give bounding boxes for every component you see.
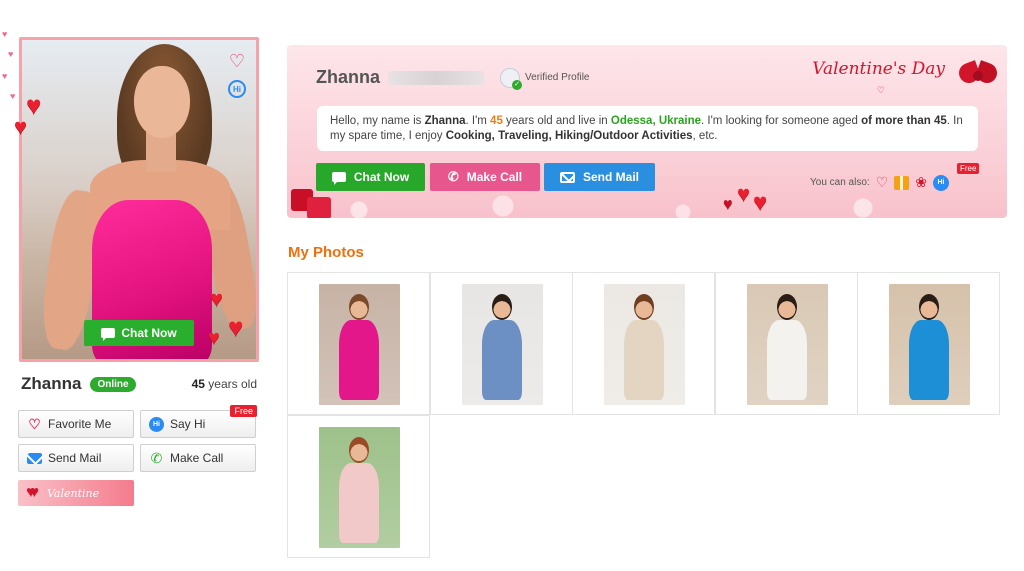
heart-icon: ♥ bbox=[723, 196, 733, 213]
profile-action-buttons: ♡ Favorite Me Hi Say Hi Free Send Mail ✆… bbox=[18, 405, 257, 472]
profile-age: 45 years old bbox=[192, 377, 257, 391]
intro-location: Odessa, Ukraine bbox=[610, 115, 702, 127]
my-photos-heading: My Photos bbox=[288, 244, 364, 261]
intro-text: . I'm bbox=[465, 115, 491, 127]
mail-icon bbox=[27, 452, 42, 464]
heart-plus-icon: ♡ bbox=[28, 415, 41, 432]
say-hi-button[interactable]: Hi Say Hi Free bbox=[140, 405, 257, 438]
heart-icon: ♥ bbox=[737, 181, 751, 206]
photo-thumbnail-cell[interactable] bbox=[429, 272, 573, 415]
heart-icon: ♥ bbox=[8, 49, 14, 59]
intro-seeking-age: of more than 45 bbox=[861, 115, 947, 127]
intro-hobbies: Cooking, Traveling, Hiking/Outdoor Activ… bbox=[445, 130, 693, 142]
photo-thumbnail-cell[interactable] bbox=[714, 272, 858, 415]
photo-chat-now-label: Chat Now bbox=[121, 326, 177, 340]
rose-icon[interactable]: ❀ bbox=[915, 174, 927, 191]
valentine-gift-button[interactable]: ♥♥ Valentine bbox=[18, 480, 134, 506]
heart-icon: ♥ bbox=[10, 91, 16, 101]
heart-icon: ♥ bbox=[2, 29, 8, 39]
intro-text: , etc. bbox=[692, 130, 718, 142]
profile-photo-figure bbox=[22, 40, 256, 359]
photo-thumbnail[interactable] bbox=[319, 427, 400, 548]
online-status-badge: Online bbox=[90, 376, 136, 392]
profile-intro-banner: Zhanna Verified Profile Valentine's Day … bbox=[287, 45, 1007, 218]
photo-thumbnail[interactable] bbox=[319, 284, 400, 405]
heart-icon: ♥ bbox=[210, 286, 224, 311]
valentine-label: Valentine bbox=[47, 486, 100, 500]
heart-icon: ♥ bbox=[14, 114, 28, 139]
hi-bubble-icon: Hi bbox=[149, 416, 164, 432]
verified-profile-badge: Verified Profile bbox=[500, 67, 590, 90]
chat-now-label: Chat Now bbox=[353, 170, 410, 184]
mail-icon bbox=[559, 171, 575, 183]
hearts-gift-decoration: ♥ ♥ ♥ bbox=[719, 183, 781, 218]
gift-icon[interactable] bbox=[894, 175, 910, 190]
photo-thumbnail-cell[interactable] bbox=[857, 272, 1000, 415]
photo-gallery-grid bbox=[287, 272, 1000, 558]
phone-icon: ✆ bbox=[150, 449, 163, 466]
heart-icon: ♥ bbox=[26, 90, 42, 120]
send-mail-banner-button[interactable]: Send Mail bbox=[544, 163, 655, 191]
intro-text: years old and live in bbox=[502, 115, 611, 127]
free-badge: Free bbox=[957, 163, 980, 174]
photo-thumbnail[interactable] bbox=[746, 284, 828, 405]
chat-bubble-icon bbox=[101, 328, 116, 341]
heart-icon: ♥ bbox=[753, 189, 768, 216]
ribbon-bow-icon bbox=[955, 53, 1001, 99]
favorite-me-label: Favorite Me bbox=[48, 417, 112, 431]
gift-box-decoration bbox=[287, 183, 335, 218]
valentines-day-title: Valentine's Day bbox=[812, 59, 945, 79]
make-call-label: Make Call bbox=[170, 451, 224, 465]
make-call-banner-label: Make Call bbox=[466, 170, 523, 184]
photo-thumbnail[interactable] bbox=[889, 284, 970, 405]
profile-summary-row: Zhanna Online 45 years old bbox=[21, 374, 257, 394]
id-card-check-icon bbox=[500, 67, 523, 90]
photo-thumbnail[interactable] bbox=[461, 284, 543, 405]
say-hi-icon[interactable]: Hi bbox=[228, 80, 246, 98]
say-hi-icon[interactable]: Hi bbox=[932, 174, 949, 191]
hearts-icon: ♥♥ bbox=[26, 484, 39, 501]
you-can-also-row: You can also: ♡ ❀ Hi bbox=[810, 174, 949, 191]
profile-intro-text: Hello, my name is Zhanna. I'm 45 years o… bbox=[317, 106, 978, 151]
verified-label: Verified Profile bbox=[525, 72, 590, 83]
photo-chat-now-button[interactable]: Chat Now bbox=[84, 320, 194, 346]
favorite-heart-icon[interactable]: ♡ bbox=[226, 50, 248, 72]
send-mail-button[interactable]: Send Mail bbox=[18, 444, 134, 472]
you-can-also-label: You can also: bbox=[810, 177, 870, 188]
say-hi-label: Say Hi bbox=[170, 417, 206, 431]
age-number: 45 bbox=[191, 377, 205, 391]
age-suffix: years old bbox=[204, 377, 257, 391]
chat-bubble-icon bbox=[331, 172, 346, 185]
photo-thumbnail[interactable] bbox=[604, 284, 685, 405]
free-badge: Free bbox=[230, 405, 257, 417]
intro-text: Hello, my name is bbox=[330, 115, 425, 127]
intro-age: 45 bbox=[490, 115, 503, 127]
profile-name: Zhanna bbox=[21, 374, 82, 393]
heart-icon: ♥ bbox=[208, 327, 220, 349]
send-mail-banner-label: Send Mail bbox=[582, 170, 639, 184]
heart-icon: ♡ bbox=[876, 85, 885, 95]
photo-thumbnail-cell[interactable] bbox=[287, 415, 430, 558]
blurred-surname bbox=[388, 70, 485, 85]
intro-name: Zhanna bbox=[424, 115, 466, 127]
banner-name: Zhanna bbox=[316, 67, 381, 87]
heart-icon: ♥ bbox=[228, 312, 244, 342]
profile-main-photo[interactable]: ♡ Hi ♥ ♥ ♥ Chat Now bbox=[19, 37, 259, 362]
heart-icon: ♥ bbox=[2, 71, 8, 81]
send-mail-label: Send Mail bbox=[48, 451, 102, 465]
photo-thumbnail-cell[interactable] bbox=[572, 272, 715, 415]
photo-thumbnail-cell[interactable] bbox=[287, 272, 430, 415]
make-call-banner-button[interactable]: ✆ Make Call bbox=[430, 163, 540, 191]
phone-icon: ✆ bbox=[447, 169, 459, 184]
favorite-heart-icon[interactable]: ♡ bbox=[876, 174, 889, 191]
intro-text: . I'm looking for someone aged bbox=[701, 115, 862, 127]
make-call-button[interactable]: ✆ Make Call bbox=[140, 444, 256, 472]
favorite-me-button[interactable]: ♡ Favorite Me bbox=[18, 410, 134, 438]
